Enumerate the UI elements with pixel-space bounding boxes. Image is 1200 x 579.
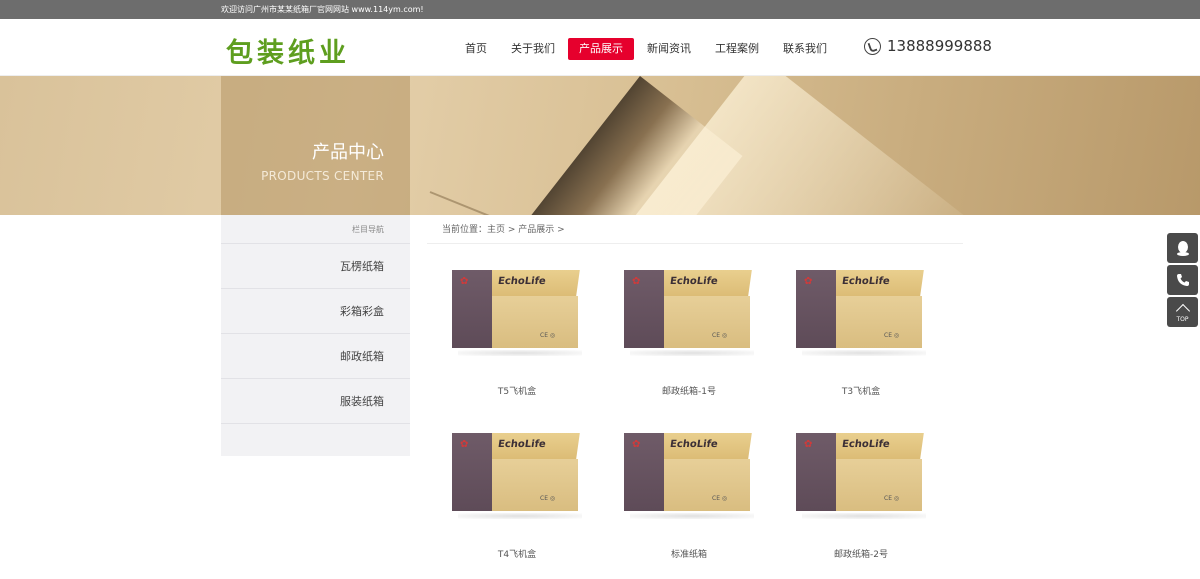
huawei-logo-icon: ✿ — [804, 276, 813, 287]
nav-cases[interactable]: 工程案例 — [704, 38, 770, 60]
product-image[interactable]: ✿ EchoLife CE ◎ — [624, 433, 754, 523]
breadcrumb: 当前位置：主页 > 产品展示 > — [427, 215, 963, 244]
product-image[interactable]: ✿ EchoLife CE ◎ — [452, 270, 582, 360]
nav-about[interactable]: 关于我们 — [500, 38, 566, 60]
huawei-logo-icon: ✿ — [632, 439, 641, 450]
box-brand-text: EchoLife — [497, 276, 547, 287]
huawei-logo-icon: ✿ — [804, 439, 813, 450]
box-brand-text: EchoLife — [669, 276, 719, 287]
top-bar: 欢迎访问广州市某某纸箱厂官网网站 www.114ym.com! — [0, 0, 1200, 19]
product-card[interactable]: ✿ EchoLife CE ◎ T3飞机盒 — [781, 270, 941, 397]
banner-title-en: PRODUCTS CENTER — [261, 169, 384, 183]
header: 包装纸业 首页 关于我们 产品展示 新闻资讯 工程案例 联系我们 1388899… — [0, 19, 1200, 76]
site-logo[interactable]: 包装纸业 — [226, 31, 350, 70]
phone-number: 13888999888 — [887, 37, 992, 55]
product-image[interactable]: ✿ EchoLife CE ◎ — [796, 433, 926, 523]
huawei-logo-icon: ✿ — [460, 439, 469, 450]
box-brand-text: EchoLife — [669, 439, 719, 450]
product-card[interactable]: ✿ EchoLife CE ◎ 邮政纸箱-2号 — [781, 433, 941, 560]
product-name[interactable]: 标准纸箱 — [609, 547, 769, 560]
huawei-logo-icon: ✿ — [460, 276, 469, 287]
product-name[interactable]: T4飞机盒 — [437, 547, 597, 560]
floating-toolbar: TOP — [1167, 233, 1198, 329]
qq-icon[interactable] — [1167, 233, 1198, 263]
banner-title-box: 产品中心 PRODUCTS CENTER — [221, 76, 410, 215]
back-to-top-icon[interactable]: TOP — [1167, 297, 1198, 327]
box-brand-text: EchoLife — [841, 276, 891, 287]
nav-contact[interactable]: 联系我们 — [772, 38, 838, 60]
sidebar-item-postal[interactable]: 邮政纸箱 — [221, 334, 410, 379]
banner-title-cn: 产品中心 — [312, 142, 384, 163]
product-card[interactable]: ✿ EchoLife CE ◎ 标准纸箱 — [609, 433, 769, 560]
product-image[interactable]: ✿ EchoLife CE ◎ — [624, 270, 754, 360]
header-phone: 13888999888 — [864, 37, 992, 55]
huawei-logo-icon: ✿ — [632, 276, 641, 287]
product-image[interactable]: ✿ EchoLife CE ◎ — [452, 433, 582, 523]
sidebar-item-corrugated[interactable]: 瓦楞纸箱 — [221, 244, 410, 289]
nav-news[interactable]: 新闻资讯 — [636, 38, 702, 60]
welcome-text: 欢迎访问广州市某某纸箱厂官网网站 www.114ym.com! — [221, 5, 424, 14]
main-content: 栏目导航 瓦楞纸箱 彩箱彩盒 邮政纸箱 服装纸箱 当前位置：主页 > 产品展示 … — [0, 215, 1200, 579]
product-name[interactable]: T5飞机盒 — [437, 384, 597, 397]
box-brand-text: EchoLife — [841, 439, 891, 450]
product-card[interactable]: ✿ EchoLife CE ◎ 邮政纸箱-1号 — [609, 270, 769, 397]
product-card[interactable]: ✿ EchoLife CE ◎ T5飞机盒 — [437, 270, 597, 397]
product-name[interactable]: 邮政纸箱-2号 — [781, 547, 941, 560]
phone-icon — [864, 37, 881, 55]
product-name[interactable]: T3飞机盒 — [781, 384, 941, 397]
page-banner: 产品中心 PRODUCTS CENTER — [0, 76, 1200, 215]
product-name[interactable]: 邮政纸箱-1号 — [609, 384, 769, 397]
sidebar-title: 栏目导航 — [221, 215, 410, 244]
sidebar-item-color-box[interactable]: 彩箱彩盒 — [221, 289, 410, 334]
sidebar: 栏目导航 瓦楞纸箱 彩箱彩盒 邮政纸箱 服装纸箱 — [221, 215, 410, 456]
phone-icon[interactable] — [1167, 265, 1198, 295]
product-image[interactable]: ✿ EchoLife CE ◎ — [796, 270, 926, 360]
main-nav: 首页 关于我们 产品展示 新闻资讯 工程案例 联系我们 — [454, 38, 840, 60]
nav-home[interactable]: 首页 — [454, 38, 498, 60]
box-brand-text: EchoLife — [497, 439, 547, 450]
sidebar-item-clothing[interactable]: 服装纸箱 — [221, 379, 410, 424]
nav-products[interactable]: 产品展示 — [568, 38, 634, 60]
product-card[interactable]: ✿ EchoLife CE ◎ T4飞机盒 — [437, 433, 597, 560]
